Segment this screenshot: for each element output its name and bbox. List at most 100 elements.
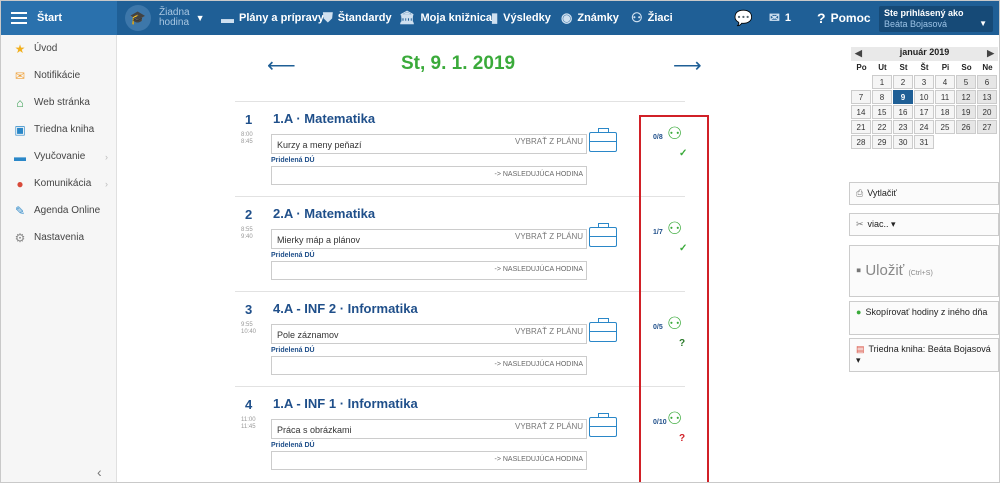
nav-standardy[interactable]: ⛊ Štandardy <box>323 1 392 35</box>
lesson-row: 2 8:55 9:40 2.A · Matematika Mierky máp a… <box>235 196 687 290</box>
calendar-day[interactable]: 10 <box>914 90 934 104</box>
nav-kniznica[interactable]: 🏛 Moja knižnica <box>399 1 492 35</box>
calendar-day[interactable]: 12 <box>956 90 976 104</box>
calendar-day[interactable]: 25 <box>935 120 955 134</box>
select-from-plan-link[interactable]: VYBRAŤ Z PLÁNU <box>515 327 583 336</box>
lesson-topic: Práca s obrázkami <box>277 425 352 435</box>
next-lesson-link[interactable]: -> NASLEDUJÚCA HODINA <box>495 361 584 368</box>
next-day-arrow-icon[interactable]: ⟶ <box>673 53 702 78</box>
lesson-topic-field[interactable]: Kurzy a meny peňazí VYBRAŤ Z PLÁNU <box>271 134 587 154</box>
sidebar-item-label: Vyučovanie <box>34 151 86 162</box>
sidebar-item-web[interactable]: ⌂ Web stránka <box>1 89 116 116</box>
start-menu-button[interactable]: Štart <box>1 1 117 35</box>
calendar-day[interactable]: 9 <box>893 90 913 104</box>
calendar-day[interactable]: 27 <box>977 120 997 134</box>
calendar-day[interactable]: 17 <box>914 105 934 119</box>
calendar-header: ◀ január 2019 ▶ <box>851 47 998 61</box>
select-from-plan-link[interactable]: VYBRAŤ Z PLÁNU <box>515 137 583 146</box>
next-lesson-link[interactable]: -> NASLEDUJÚCA HODINA <box>495 266 584 273</box>
calendar-day[interactable]: 28 <box>851 135 871 149</box>
calendar: ◀ január 2019 ▶ Po Ut St Št Pi So Ne 1 2 3 4 5 6 7 8 9 1… <box>851 47 998 150</box>
lesson-selector-line2: hodina <box>159 17 190 28</box>
select-from-plan-link[interactable]: VYBRAŤ Z PLÁNU <box>515 422 583 431</box>
calendar-day[interactable]: 19 <box>956 105 976 119</box>
sidebar-item-komunikacia[interactable]: ● Komunikácia › <box>1 170 116 197</box>
copy-lessons-button[interactable]: ● Skopírovať hodiny z iného dňa <box>849 301 999 335</box>
calendar-day[interactable]: 14 <box>851 105 871 119</box>
calendar-day[interactable]: 1 <box>872 75 892 89</box>
calendar-day[interactable]: 13 <box>977 90 997 104</box>
copy-lessons-label: Skopírovať hodiny z iného dňa <box>865 307 988 317</box>
calendar-prev-icon[interactable]: ◀ <box>855 48 862 59</box>
sidebar-item-uvod[interactable]: ★ Úvod <box>1 35 116 62</box>
calendar-day[interactable]: 8 <box>872 90 892 104</box>
sidebar-item-agenda[interactable]: ✎ Agenda Online <box>1 197 116 224</box>
calendar-day[interactable]: 31 <box>914 135 934 149</box>
more-button[interactable]: ✂ viac.. ▾ <box>849 213 999 236</box>
briefcase-icon[interactable] <box>589 128 617 152</box>
help-button[interactable]: ? Pomoc <box>817 1 871 35</box>
nav-vysledky[interactable]: ▮ Výsledky <box>491 1 551 35</box>
briefcase-icon[interactable] <box>589 223 617 247</box>
next-lesson-link[interactable]: -> NASLEDUJÚCA HODINA <box>495 456 584 463</box>
calendar-month: január 2019 <box>899 47 950 57</box>
calendar-day[interactable]: 26 <box>956 120 976 134</box>
briefcase-icon: ▬ <box>221 10 234 26</box>
calendar-day[interactable]: 11 <box>935 90 955 104</box>
user-menu[interactable]: Ste prihlásený ako Beáta Bojasová ▼ <box>879 6 993 32</box>
calendar-day[interactable]: 3 <box>914 75 934 89</box>
next-lesson-link[interactable]: -> NASLEDUJÚCA HODINA <box>495 171 584 178</box>
lesson-time-end: 8:45 <box>241 139 253 145</box>
calendar-day[interactable]: 24 <box>914 120 934 134</box>
calendar-day[interactable]: 6 <box>977 75 997 89</box>
calendar-day[interactable]: 22 <box>872 120 892 134</box>
copy-icon: ● <box>856 307 862 317</box>
lesson-title: 1.A · Matematika <box>273 111 376 126</box>
calendar-day[interactable]: 5 <box>956 75 976 89</box>
calendar-day[interactable]: 29 <box>872 135 892 149</box>
printer-icon: ⎙ <box>856 188 864 198</box>
nav-kniznica-label: Moja knižnica <box>420 12 493 24</box>
calendar-day[interactable]: 4 <box>935 75 955 89</box>
briefcase-icon[interactable] <box>589 318 617 342</box>
class-book-dropdown[interactable]: ▤ Triedna kniha: Beáta Bojasová ▾ <box>849 338 999 372</box>
calendar-day[interactable]: 15 <box>872 105 892 119</box>
save-shortcut: (Ctrl+S) <box>908 270 933 277</box>
homework-field[interactable]: -> NASLEDUJÚCA HODINA <box>271 356 587 375</box>
calendar-day[interactable]: 2 <box>893 75 913 89</box>
lesson-topic-field[interactable]: Práca s obrázkami VYBRAŤ Z PLÁNU <box>271 419 587 439</box>
collapse-sidebar-icon[interactable]: ‹ <box>97 464 102 480</box>
sidebar-item-vyucovanie[interactable]: ▬ Vyučovanie › <box>1 143 116 170</box>
nav-ziaci[interactable]: ⚇ Žiaci <box>631 1 673 35</box>
nav-znamky[interactable]: ◉ Známky <box>561 1 619 35</box>
calendar-day[interactable]: 30 <box>893 135 913 149</box>
chat-icon[interactable]: 💬 <box>734 1 753 35</box>
calendar-day[interactable]: 18 <box>935 105 955 119</box>
calendar-day[interactable]: 16 <box>893 105 913 119</box>
sidebar-item-triedna-kniha[interactable]: ▣ Triedna kniha <box>1 116 116 143</box>
sidebar-item-nastavenia[interactable]: ⚙ Nastavenia <box>1 224 116 251</box>
previous-day-arrow-icon[interactable]: ⟵ <box>267 53 296 78</box>
mail-button[interactable]: ✉ 1 <box>769 1 791 35</box>
start-label: Štart <box>37 12 63 24</box>
homework-field[interactable]: -> NASLEDUJÚCA HODINA <box>271 166 587 185</box>
save-button[interactable]: ▪ Uložiť (Ctrl+S) <box>849 245 999 297</box>
calendar-day[interactable]: 7 <box>851 90 871 104</box>
select-from-plan-link[interactable]: VYBRAŤ Z PLÁNU <box>515 232 583 241</box>
print-button[interactable]: ⎙ Vytlačiť <box>849 182 999 205</box>
calendar-day[interactable]: 23 <box>893 120 913 134</box>
briefcase-icon[interactable] <box>589 413 617 437</box>
calendar-day[interactable]: 20 <box>977 105 997 119</box>
calendar-day[interactable]: 21 <box>851 120 871 134</box>
lesson-topic-field[interactable]: Mierky máp a plánov VYBRAŤ Z PLÁNU <box>271 229 587 249</box>
envelope-icon: ✉ <box>14 68 26 83</box>
nav-plany[interactable]: ▬ Plány a prípravy <box>221 1 324 35</box>
lesson-time-end: 9:40 <box>241 234 253 240</box>
homework-field[interactable]: -> NASLEDUJÚCA HODINA <box>271 261 587 280</box>
lesson-topic-field[interactable]: Pole záznamov VYBRAŤ Z PLÁNU <box>271 324 587 344</box>
homework-field[interactable]: -> NASLEDUJÚCA HODINA <box>271 451 587 470</box>
sidebar-item-notifikacie[interactable]: ✉ Notifikácie <box>1 62 116 89</box>
calendar-next-icon[interactable]: ▶ <box>987 48 994 59</box>
lesson-selector[interactable]: 🎓 Žiadna hodina ▼ <box>125 1 205 35</box>
lesson-time-end: 10:40 <box>241 329 257 335</box>
